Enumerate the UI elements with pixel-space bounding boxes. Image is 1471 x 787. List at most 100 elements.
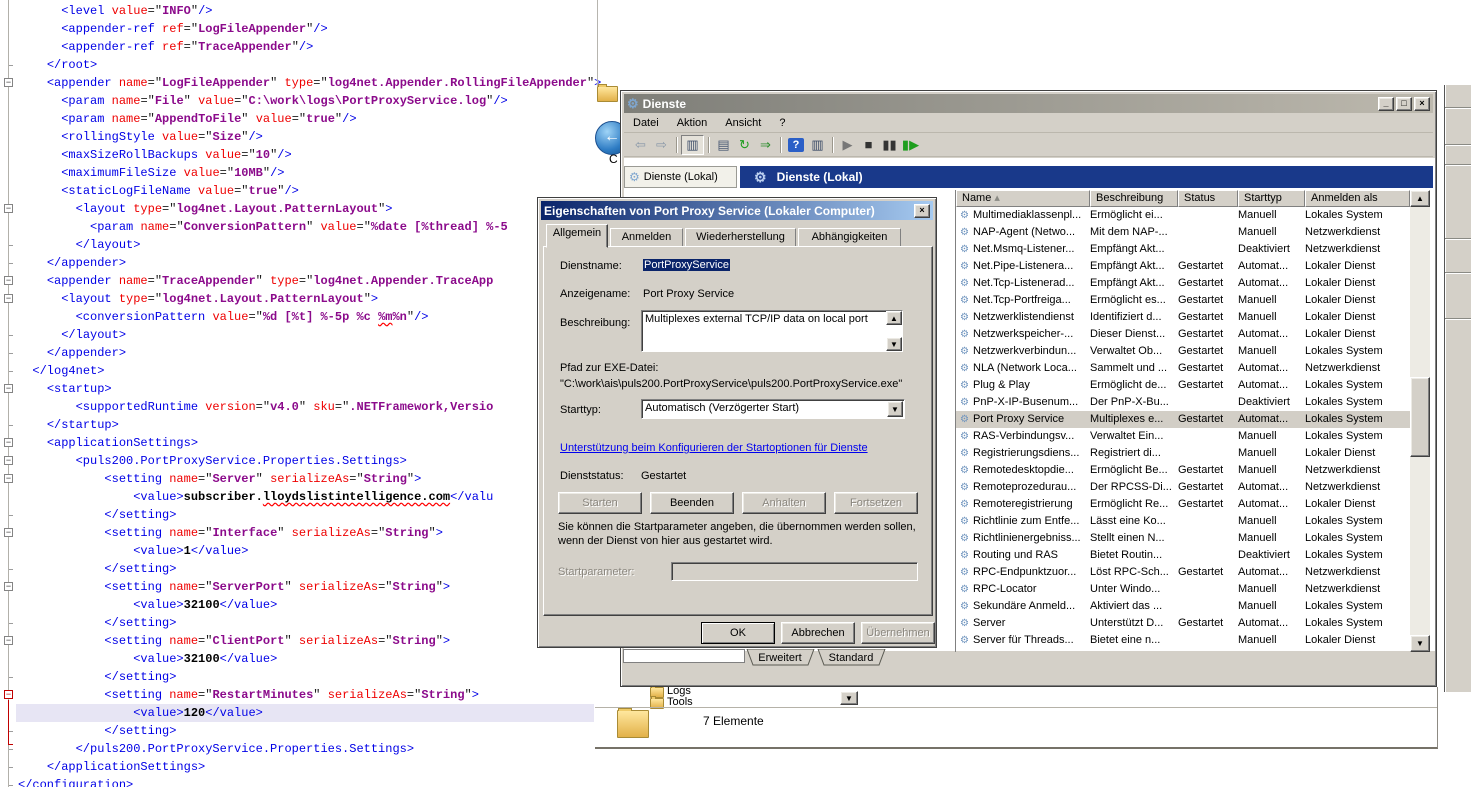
- service-name-value[interactable]: PortProxyService: [643, 259, 730, 271]
- fold-collapse-icon[interactable]: −: [4, 636, 13, 645]
- beenden-button[interactable]: Beenden: [650, 492, 734, 514]
- column-header-beschreibung[interactable]: Beschreibung: [1090, 190, 1178, 207]
- description-label: Beschreibung:: [560, 317, 630, 329]
- pause-service-icon[interactable]: ▮▮: [879, 136, 900, 154]
- service-row[interactable]: ⚙Server für Threads...Bietet eine n...Ma…: [956, 632, 1410, 649]
- service-row[interactable]: ⚙PnP-X-IP-Busenum...Der PnP-X-Bu...Deakt…: [956, 394, 1410, 411]
- menu-item-?[interactable]: ?: [770, 114, 794, 132]
- service-row[interactable]: ⚙RPC-LocatorUnter Windo...ManuellNetzwer…: [956, 581, 1410, 598]
- help-icon[interactable]: ?: [788, 138, 804, 152]
- column-header-anmeldenals[interactable]: Anmelden als: [1305, 190, 1410, 207]
- cancel-button[interactable]: Abbrechen: [781, 622, 855, 644]
- description-scroll-up[interactable]: ▲: [886, 311, 902, 325]
- service-row[interactable]: ⚙Netzwerkspeicher-...Dieser Dienst...Ges…: [956, 326, 1410, 343]
- service-row[interactable]: ⚙ServerUnterstützt D...GestartetAutomat.…: [956, 615, 1410, 632]
- fold-collapse-icon[interactable]: −: [4, 528, 13, 537]
- maximize-button[interactable]: □: [1396, 97, 1412, 111]
- tab-anmelden[interactable]: Anmelden: [610, 228, 683, 247]
- column-header-status[interactable]: Status: [1178, 190, 1238, 207]
- startoptions-help-link[interactable]: Unterstützung beim Konfigurieren der Sta…: [560, 442, 868, 454]
- scroll-up-button[interactable]: ▲: [1410, 190, 1430, 207]
- service-gear-icon: ⚙: [956, 360, 973, 377]
- description-textbox[interactable]: Multiplexes external TCP/IP data on loca…: [641, 310, 903, 352]
- service-row[interactable]: ⚙RemoteregistrierungErmöglicht Re...Gest…: [956, 496, 1410, 513]
- console-tree-node-dienste-lokal[interactable]: ⚙ Dienste (Lokal): [624, 166, 737, 188]
- fold-collapse-icon[interactable]: −: [4, 438, 13, 447]
- service-row[interactable]: ⚙Registrierungsdiens...Registriert di...…: [956, 445, 1410, 462]
- scrollbar-thumb[interactable]: [1410, 377, 1430, 457]
- fold-collapse-icon[interactable]: −: [4, 474, 13, 483]
- fold-collapse-icon[interactable]: −: [4, 204, 13, 213]
- description-scroll-down[interactable]: ▼: [886, 337, 902, 351]
- menu-item-aktion[interactable]: Aktion: [668, 114, 717, 132]
- startparams-label: Startparameter:: [558, 566, 634, 578]
- back-icon[interactable]: ⇦: [630, 136, 651, 154]
- refresh-icon[interactable]: ↻: [734, 136, 755, 154]
- fold-collapse-icon[interactable]: −: [4, 690, 13, 699]
- xml-editor[interactable]: <level value="INFO"/> <appender-ref ref=…: [0, 0, 620, 787]
- service-row[interactable]: ⚙Remotedesktopdie...Ermöglicht Be...Gest…: [956, 462, 1410, 479]
- services-titlebar[interactable]: ⚙ Dienste _ □ ×: [624, 94, 1433, 113]
- menu-item-ansicht[interactable]: Ansicht: [716, 114, 770, 132]
- service-row[interactable]: ⚙Richtlinienergebniss...Stellt einen N..…: [956, 530, 1410, 547]
- service-cell: PnP-X-IP-Busenum...: [973, 394, 1090, 411]
- close-button[interactable]: ×: [1414, 97, 1430, 111]
- service-gear-icon: ⚙: [956, 377, 973, 394]
- fold-collapse-icon[interactable]: −: [4, 294, 13, 303]
- start-service-icon[interactable]: ▶: [837, 136, 858, 154]
- service-row[interactable]: ⚙Remoteprozedurau...Der RPCSS-Di...Gesta…: [956, 479, 1410, 496]
- service-cell: Gestartet: [1178, 309, 1238, 326]
- service-cell: Manuell: [1238, 343, 1305, 360]
- service-cell: Remoteregistrierung: [973, 496, 1090, 513]
- column-header-name[interactable]: Name ▴: [956, 190, 1090, 207]
- service-cell: [1178, 394, 1238, 411]
- show-console-tree-icon[interactable]: ▥: [681, 135, 704, 155]
- service-cell: Ermöglicht Re...: [1090, 496, 1178, 513]
- restart-service-icon[interactable]: ▮▶: [900, 136, 921, 154]
- service-row[interactable]: ⚙Multimediaklassenpl...Ermöglicht ei...M…: [956, 207, 1410, 224]
- toolbar-separator: [780, 137, 781, 153]
- tab-abhngigkeiten[interactable]: Abhängigkeiten: [798, 228, 901, 247]
- service-row[interactable]: ⚙Net.Msmq-Listener...Empfängt Akt...Deak…: [956, 241, 1410, 258]
- service-row[interactable]: ⚙NetzwerklistendienstIdentifiziert d...G…: [956, 309, 1410, 326]
- service-row[interactable]: ⚙Net.Tcp-Listenerad...Empfängt Akt...Ges…: [956, 275, 1410, 292]
- dialog-close-button[interactable]: ×: [914, 204, 930, 218]
- fold-collapse-icon[interactable]: −: [4, 582, 13, 591]
- minimize-button[interactable]: _: [1378, 97, 1394, 111]
- service-row[interactable]: ⚙Routing und RASBietet Routin...Deaktivi…: [956, 547, 1410, 564]
- service-row[interactable]: ⚙RPC-Endpunktzuor...Löst RPC-Sch...Gesta…: [956, 564, 1410, 581]
- stop-service-icon[interactable]: ■: [858, 136, 879, 154]
- back-arrow-icon: ←: [604, 128, 620, 145]
- service-cell: RAS-Verbindungsv...: [973, 428, 1090, 445]
- service-row[interactable]: ⚙NLA (Network Loca...Sammelt und ...Gest…: [956, 360, 1410, 377]
- properties-icon[interactable]: ▤: [713, 136, 734, 154]
- new-window-icon[interactable]: ▥: [807, 136, 828, 154]
- service-row[interactable]: ⚙Net.Pipe-Listenera...Empfängt Akt...Ges…: [956, 258, 1410, 275]
- service-row[interactable]: ⚙NAP-Agent (Netwo...Mit dem NAP-...Manue…: [956, 224, 1410, 241]
- tab-wiederherstellung[interactable]: Wiederherstellung: [685, 228, 796, 247]
- service-row[interactable]: ⚙Netzwerkverbindun...Verwaltet Ob...Gest…: [956, 343, 1410, 360]
- forward-icon[interactable]: ⇨: [651, 136, 672, 154]
- export-list-icon[interactable]: ⇒: [755, 136, 776, 154]
- scroll-down-button[interactable]: ▼: [1410, 635, 1430, 652]
- service-row[interactable]: ⚙Sekundäre Anmeld...Aktiviert das ...Man…: [956, 598, 1410, 615]
- service-gear-icon: ⚙: [956, 309, 973, 326]
- starttype-combobox[interactable]: Automatisch (Verzögerter Start): [641, 399, 905, 419]
- tab-allgemein[interactable]: Allgemein: [546, 224, 608, 248]
- service-cell: Manuell: [1238, 513, 1305, 530]
- menu-item-datei[interactable]: Datei: [624, 114, 668, 132]
- service-row[interactable]: ⚙Port Proxy ServiceMultiplexes e...Gesta…: [956, 411, 1410, 428]
- fold-collapse-icon[interactable]: −: [4, 276, 13, 285]
- fold-collapse-icon[interactable]: −: [4, 78, 13, 87]
- explorer-combo-dropdown[interactable]: ▼: [840, 691, 858, 705]
- service-row[interactable]: ⚙RAS-Verbindungsv...Verwaltet Ein...Manu…: [956, 428, 1410, 445]
- starttype-dropdown-button[interactable]: ▼: [887, 401, 903, 417]
- service-row[interactable]: ⚙Plug & PlayErmöglicht de...GestartetAut…: [956, 377, 1410, 394]
- fold-collapse-icon[interactable]: −: [4, 456, 13, 465]
- ok-button[interactable]: OK: [701, 622, 775, 644]
- dialog-titlebar[interactable]: Eigenschaften von Port Proxy Service (Lo…: [541, 201, 933, 220]
- service-row[interactable]: ⚙Richtlinie zum Entfe...Lässt eine Ko...…: [956, 513, 1410, 530]
- fold-collapse-icon[interactable]: −: [4, 384, 13, 393]
- column-header-starttyp[interactable]: Starttyp: [1238, 190, 1305, 207]
- service-row[interactable]: ⚙Net.Tcp-Portfreiga...Ermöglicht es...Ge…: [956, 292, 1410, 309]
